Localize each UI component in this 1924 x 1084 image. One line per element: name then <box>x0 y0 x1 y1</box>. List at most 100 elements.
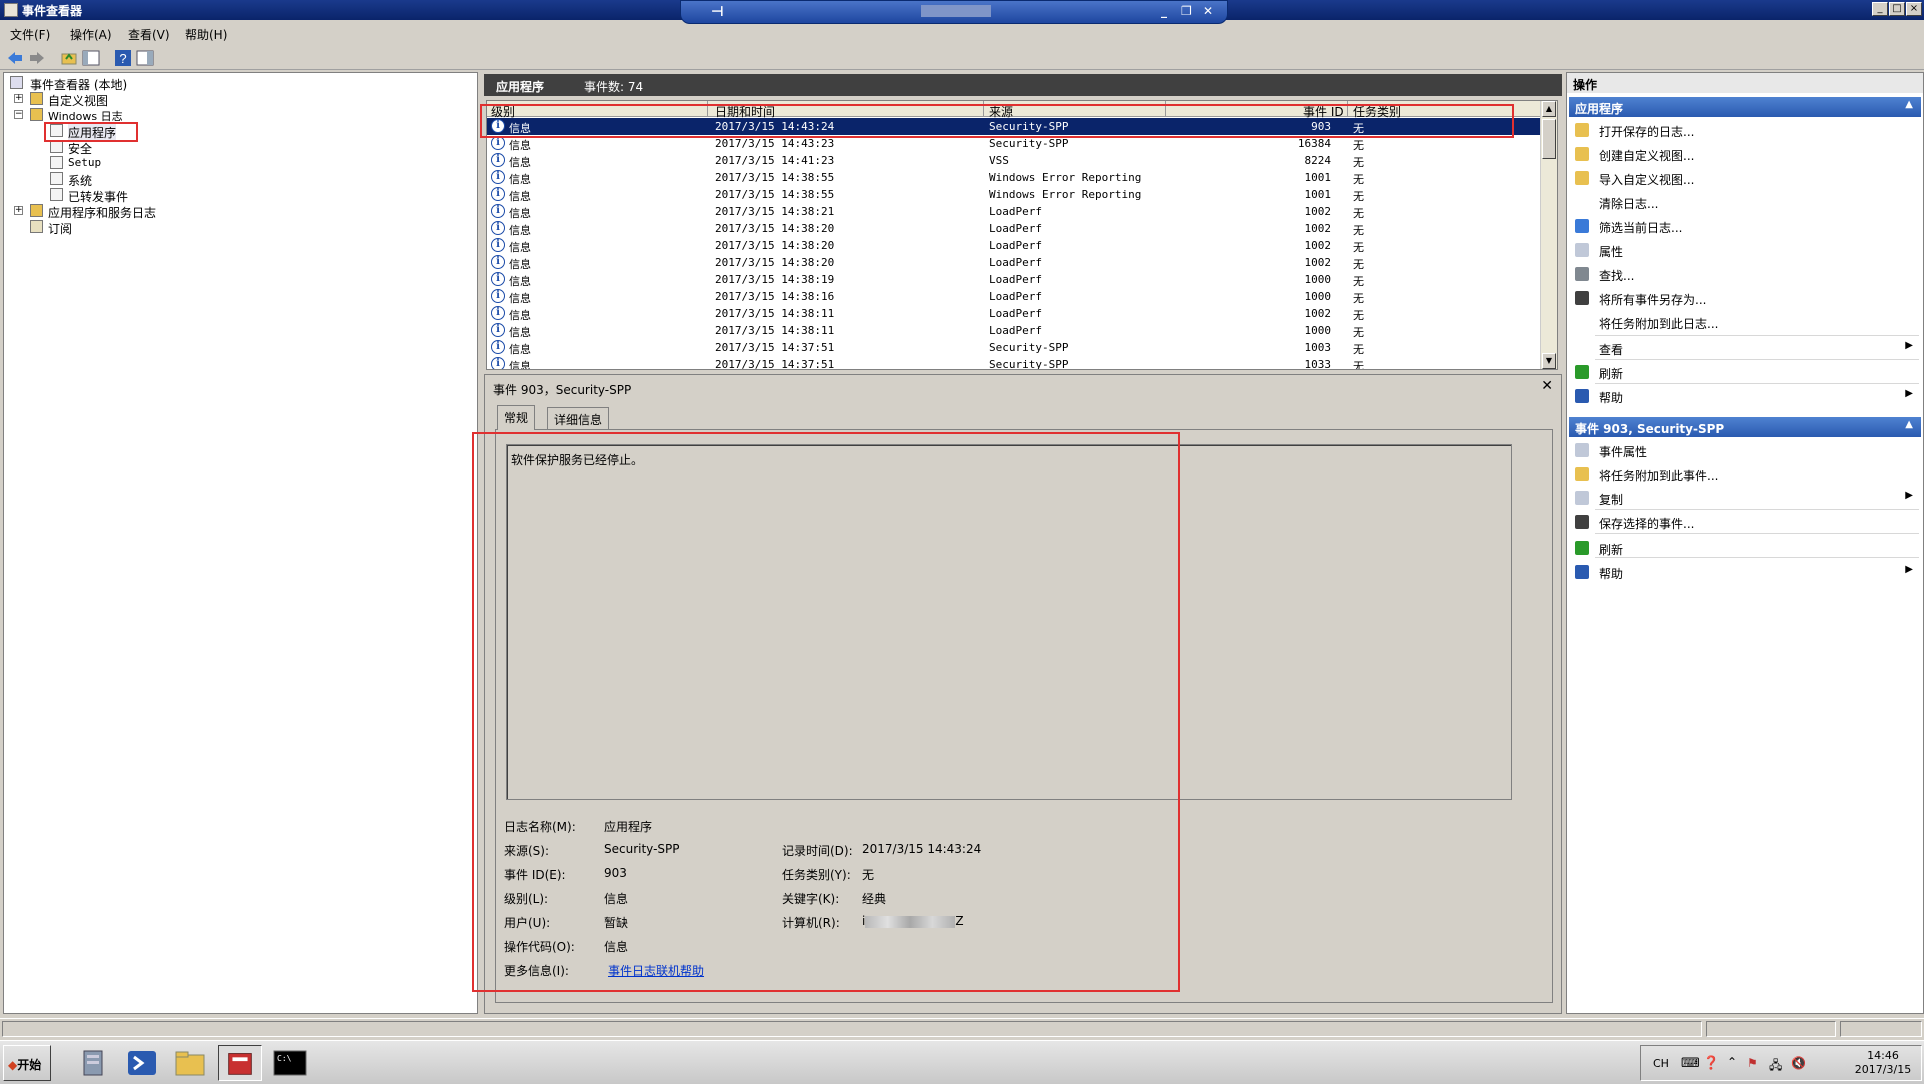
keyboard-icon[interactable]: ⌨ <box>1681 1056 1700 1071</box>
tab-general[interactable]: 常规 <box>497 405 536 430</box>
log-name-value: 应用程序 <box>604 820 653 834</box>
cell-source: LoadPerf <box>989 239 1042 252</box>
table-row[interactable]: i 信息 2017/3/15 14:38:20 LoadPerf 1002 无 <box>487 237 1541 254</box>
menu-view[interactable]: 查看(V) <box>128 26 170 43</box>
table-row[interactable]: i 信息 2017/3/15 14:38:20 LoadPerf 1002 无 <box>487 220 1541 237</box>
rdp-close-icon[interactable]: ✕ <box>1203 4 1213 18</box>
event-viewer-taskbar-icon[interactable] <box>218 1045 262 1081</box>
action-copy-submenu[interactable]: 复制 ▶ <box>1571 487 1919 509</box>
action-help-submenu[interactable]: 帮助 ▶ <box>1571 385 1919 407</box>
more-info-link[interactable]: 事件日志联机帮助 <box>608 962 704 979</box>
cell-level: 信息 <box>509 173 531 186</box>
close-button[interactable]: × <box>1906 2 1922 16</box>
table-row[interactable]: i 信息 2017/3/15 14:38:19 LoadPerf 1000 无 <box>487 271 1541 288</box>
folder-icon <box>30 108 43 121</box>
command-prompt-icon[interactable]: C:\ <box>268 1045 312 1081</box>
action-clear-log[interactable]: 清除日志... <box>1571 191 1919 213</box>
expand-icon[interactable]: + <box>14 94 23 103</box>
action-open-saved-log[interactable]: 打开保存的日志... <box>1571 119 1919 141</box>
rdp-restore-icon[interactable]: ❐ <box>1181 4 1192 18</box>
pin-icon[interactable]: ⊣ <box>711 4 724 20</box>
actions-section-log[interactable]: 应用程序 ▲ <box>1569 97 1921 117</box>
actions-section-event[interactable]: 事件 903, Security-SPP ▲ <box>1569 417 1921 437</box>
action-event-properties[interactable]: 事件属性 <box>1571 439 1919 461</box>
table-row[interactable]: i 信息 2017/3/15 14:38:55 Windows Error Repor… <box>487 169 1541 186</box>
action-find[interactable]: 查找... <box>1571 263 1919 285</box>
table-row[interactable]: i 信息 2017/3/15 14:38:11 LoadPerf 1000 无 <box>487 322 1541 339</box>
show-hide-action-pane-icon[interactable] <box>136 49 154 67</box>
table-row[interactable]: i 信息 2017/3/15 14:38:55 Windows Error Repor… <box>487 186 1541 203</box>
close-icon[interactable]: ✕ <box>1541 378 1553 394</box>
table-row[interactable]: i 信息 2017/3/15 14:38:21 LoadPerf 1002 无 <box>487 203 1541 220</box>
info-icon: i <box>491 255 505 269</box>
explorer-folder-icon[interactable] <box>168 1045 212 1081</box>
powershell-icon[interactable] <box>120 1045 164 1081</box>
action-refresh[interactable]: 刷新 <box>1571 361 1919 383</box>
action-filter-current-log[interactable]: 筛选当前日志... <box>1571 215 1919 237</box>
maximize-button[interactable]: □ <box>1889 2 1905 16</box>
flag-icon[interactable]: ⚑ <box>1747 1056 1758 1070</box>
action-save-selected-events[interactable]: 保存选择的事件... <box>1571 511 1919 533</box>
table-row[interactable]: i 信息 2017/3/15 14:38:11 LoadPerf 1002 无 <box>487 305 1541 322</box>
volume-muted-icon[interactable]: 🔇 <box>1791 1056 1806 1070</box>
table-row[interactable]: i 信息 2017/3/15 14:43:24 Security-SPP 903 无 <box>487 118 1541 135</box>
scroll-up-icon[interactable]: ▲ <box>1542 101 1556 117</box>
show-hide-tree-icon[interactable] <box>82 49 100 67</box>
server-manager-icon[interactable] <box>72 1045 116 1081</box>
action-view-submenu[interactable]: 查看 ▶ <box>1571 337 1919 359</box>
help-tray-icon[interactable]: ❓ <box>1703 1056 1719 1071</box>
log-title: 应用程序 <box>496 80 545 94</box>
table-row[interactable]: i 信息 2017/3/15 14:37:51 Security-SPP 1003 无 <box>487 339 1541 356</box>
start-button[interactable]: ◆开始 <box>3 1045 51 1081</box>
action-save-all-events-as[interactable]: 将所有事件另存为... <box>1571 287 1919 309</box>
cell-task-category: 无 <box>1353 224 1364 237</box>
clock[interactable]: 14:46 2017/3/15 <box>1851 1049 1915 1077</box>
action-label: 查看 <box>1599 343 1624 357</box>
cell-datetime: 2017/3/15 14:38:20 <box>715 239 835 252</box>
action-attach-task-to-log[interactable]: 将任务附加到此日志... <box>1571 311 1919 333</box>
menu-help[interactable]: 帮助(H) <box>185 26 227 43</box>
table-row[interactable]: i 信息 2017/3/15 14:38:20 LoadPerf 1002 无 <box>487 254 1541 271</box>
collapse-caret-icon[interactable]: ▲ <box>1905 99 1913 110</box>
menu-action[interactable]: 操作(A) <box>70 26 112 43</box>
table-row[interactable]: i 信息 2017/3/15 14:37:51 Security-SPP 1033 无 <box>487 356 1541 369</box>
action-refresh-event[interactable]: 刷新 <box>1571 537 1919 559</box>
minimize-button[interactable]: _ <box>1872 2 1888 16</box>
expand-icon[interactable]: + <box>14 206 23 215</box>
collapse-caret-icon[interactable]: ▲ <box>1905 419 1913 430</box>
table-row[interactable]: i 信息 2017/3/15 14:41:23 VSS 8224 无 <box>487 152 1541 169</box>
action-import-custom-view[interactable]: 导入自定义视图... <box>1571 167 1919 189</box>
help-icon[interactable]: ? <box>114 49 132 67</box>
action-properties[interactable]: 属性 <box>1571 239 1919 261</box>
cell-datetime: 2017/3/15 14:38:11 <box>715 307 835 320</box>
tab-details[interactable]: 详细信息 <box>547 407 610 429</box>
up-folder-icon[interactable] <box>60 49 78 67</box>
rdp-minimize-icon[interactable]: _ <box>1161 4 1167 18</box>
submenu-arrow-icon: ▶ <box>1905 490 1913 501</box>
cell-level: 信息 <box>509 224 531 237</box>
scroll-thumb[interactable] <box>1542 119 1556 159</box>
menu-file[interactable]: 文件(F) <box>10 26 50 43</box>
table-row[interactable]: i 信息 2017/3/15 14:43:23 Security-SPP 16384 无 <box>487 135 1541 152</box>
refresh-event-icon <box>1575 541 1589 555</box>
event-message-box[interactable]: 软件保护服务已经停止。 <box>506 444 1512 800</box>
action-label: 保存选择的事件... <box>1599 517 1695 531</box>
event-list-scrollbar[interactable]: ▲ ▼ <box>1540 101 1557 369</box>
navigation-tree: 事件查看器 (本地) + 自定义视图 − Windows 日志 应用程序 安全 … <box>3 72 478 1014</box>
cell-event-id: 1000 <box>1304 324 1332 337</box>
tree-system-label: 系统 <box>68 174 93 188</box>
input-language[interactable]: CH <box>1653 1057 1669 1070</box>
cell-event-id: 1002 <box>1304 205 1332 218</box>
collapse-icon[interactable]: − <box>14 110 23 119</box>
scroll-down-icon[interactable]: ▼ <box>1542 353 1556 369</box>
action-help-event-submenu[interactable]: 帮助 ▶ <box>1571 561 1919 583</box>
action-attach-task-to-event[interactable]: 将任务附加到此事件... <box>1571 463 1919 485</box>
cell-task-category: 无 <box>1353 258 1364 271</box>
show-hidden-icon[interactable]: ⌃ <box>1727 1055 1737 1069</box>
network-icon[interactable]: 🖧 <box>1769 1056 1782 1077</box>
table-row[interactable]: i 信息 2017/3/15 14:38:16 LoadPerf 1000 无 <box>487 288 1541 305</box>
clock-time: 14:46 <box>1867 1049 1899 1062</box>
forward-arrow-icon[interactable] <box>28 49 46 67</box>
back-arrow-icon[interactable] <box>6 49 24 67</box>
action-create-custom-view[interactable]: 创建自定义视图... <box>1571 143 1919 165</box>
